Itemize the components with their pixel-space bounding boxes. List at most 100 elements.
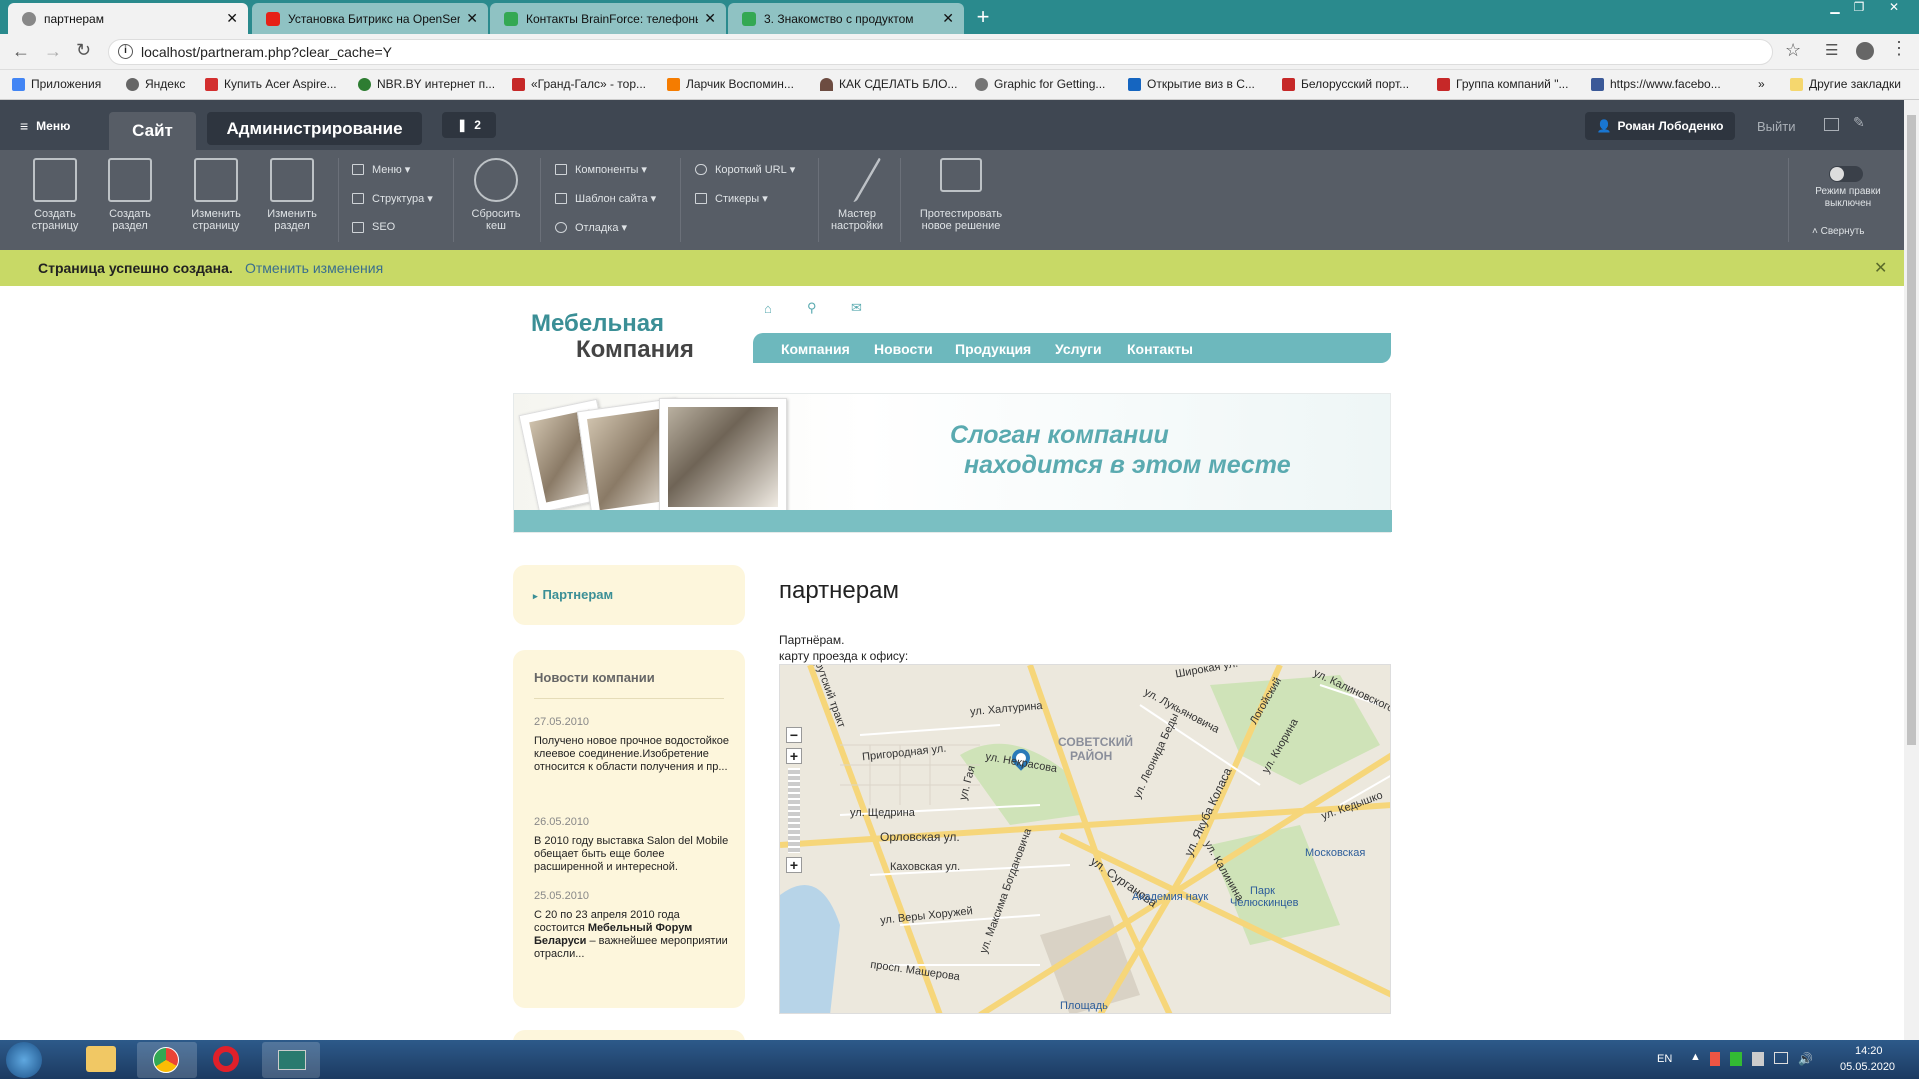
new-tab-button[interactable]: + [970, 6, 996, 28]
map-zoom-in-button[interactable]: + [786, 748, 802, 764]
news-item[interactable]: В 2010 году выставка Salon del Mobile об… [534, 835, 732, 874]
restore-icon[interactable]: ❐ [1848, 0, 1870, 16]
close-window-icon[interactable]: ✕ [1874, 0, 1914, 16]
flag-tray-icon[interactable] [1710, 1052, 1720, 1066]
news-item[interactable]: С 20 по 23 апреля 2010 года состоится Ме… [534, 909, 732, 961]
edit-mode-toggle[interactable] [1829, 166, 1863, 182]
info-icon[interactable]: i [118, 44, 133, 59]
forward-icon[interactable]: → [44, 41, 62, 62]
chrome-taskbar-icon[interactable] [137, 1042, 197, 1078]
map-zoom-slider[interactable] [788, 768, 800, 853]
network-icon[interactable] [1774, 1052, 1788, 1064]
bookmark-group[interactable]: Группа компаний "... [1437, 77, 1568, 91]
reload-icon[interactable]: ↻ [76, 40, 91, 61]
news-item[interactable]: Получено новое прочное водостойкое клеев… [534, 735, 732, 774]
tab-close-icon[interactable]: ✕ [942, 10, 954, 27]
menu-dropdown[interactable]: Меню ▾ [352, 163, 410, 176]
pin-icon[interactable]: ✎ [1853, 114, 1865, 131]
tab-title: Контакты BrainForce: телефоны [526, 11, 699, 26]
language-indicator[interactable]: EN [1657, 1053, 1672, 1065]
structure-dropdown[interactable]: Структура ▾ [352, 192, 433, 205]
back-icon[interactable]: ← [12, 41, 30, 62]
bookmark-graphic[interactable]: Graphic for Getting... [975, 77, 1105, 91]
start-button[interactable] [6, 1042, 42, 1078]
reading-list-icon[interactable]: ☰ [1825, 41, 1838, 59]
search-icon[interactable]: ⚲ [807, 300, 817, 316]
undo-changes-link[interactable]: Отменить изменения [245, 260, 383, 276]
site-logo-line1[interactable]: Мебельная [531, 310, 664, 338]
map-zoom-in-button[interactable]: + [786, 857, 802, 873]
user-button[interactable]: 👤 Роман Лободенко [1585, 112, 1735, 140]
bookmark-acer[interactable]: Купить Acer Aspire... [205, 77, 337, 91]
bookmark-yandex[interactable]: Яндекс [126, 77, 185, 91]
logout-link[interactable]: Выйти [1757, 119, 1796, 134]
mail-icon[interactable]: ✉ [851, 300, 862, 316]
bookmark-belarus-portal[interactable]: Белорусский порт... [1282, 77, 1409, 91]
tab-administration[interactable]: Администрирование [207, 112, 422, 145]
reset-cache-button[interactable]: Сбросить кеш [463, 158, 529, 232]
clock-date[interactable]: 05.05.2020 [1840, 1061, 1895, 1073]
tab-partneram[interactable]: партнерам ✕ [8, 3, 248, 34]
left-menu-item-partners[interactable]: ▸ Партнерам [533, 587, 613, 602]
more-menu-icon[interactable]: ⋮ [1890, 38, 1908, 59]
tab-close-icon[interactable]: ✕ [466, 10, 478, 27]
tab-bitrix-install[interactable]: Установка Битрикс на OpenServ ✕ [252, 3, 488, 34]
minimize-icon[interactable]: ▁ [1824, 0, 1846, 16]
nav-news[interactable]: Новости [874, 341, 933, 357]
opera-taskbar-icon[interactable] [213, 1046, 239, 1072]
office-map[interactable]: − + + ул. Халтурина ул. Лукьяновича Лого… [779, 664, 1391, 1014]
bookmarks-more-button[interactable]: » [1758, 77, 1765, 91]
notifications-button[interactable]: ❚ 2 [442, 112, 496, 138]
tray-chevron-icon[interactable]: ▲ [1690, 1051, 1701, 1063]
create-page-button[interactable]: Создать страницу [24, 158, 86, 232]
site-logo-line2[interactable]: Компания [576, 336, 694, 364]
scrollbar[interactable] [1904, 100, 1919, 1040]
site-template-dropdown[interactable]: Шаблон сайта ▾ [555, 192, 656, 205]
scrollbar-thumb[interactable] [1907, 115, 1916, 745]
explorer-taskbar-icon[interactable] [86, 1046, 116, 1072]
profile-icon[interactable] [1856, 42, 1874, 60]
other-bookmarks[interactable]: Другие закладки [1790, 77, 1901, 91]
window-icon[interactable] [1824, 118, 1839, 131]
create-section-button[interactable]: Создать раздел [100, 158, 160, 232]
collapse-button[interactable]: ˄ Свернуть [1812, 226, 1864, 237]
nav-contacts[interactable]: Контакты [1127, 341, 1193, 357]
bitrix-toolbar: Создать страницу Создать раздел Изменить… [0, 150, 1904, 250]
volume-icon[interactable]: 🔊 [1798, 1052, 1813, 1066]
test-solution-button[interactable]: Протестировать новое решение [912, 158, 1010, 232]
bookmark-grand-gals[interactable]: «Гранд-Галс» - тор... [512, 77, 646, 91]
tab-product-intro[interactable]: 3. Знакомство с продуктом ✕ [728, 3, 964, 34]
star-icon[interactable]: ☆ [1785, 40, 1801, 61]
components-dropdown[interactable]: Компоненты ▾ [555, 163, 647, 176]
terminal-taskbar-icon[interactable] [262, 1042, 320, 1078]
tab-close-icon[interactable]: ✕ [226, 10, 238, 27]
map-zoom-out-button[interactable]: − [786, 727, 802, 743]
setup-wizard-button[interactable]: Мастер настройки [825, 158, 889, 232]
menu-button[interactable]: ≡ Меню [20, 118, 70, 134]
close-icon[interactable]: ✕ [1874, 258, 1887, 278]
home-icon[interactable]: ⌂ [764, 301, 772, 316]
update-tray-icon[interactable] [1730, 1052, 1742, 1066]
bookmark-larchik[interactable]: Ларчик Воспомин... [667, 77, 794, 91]
site-icon [820, 77, 833, 91]
bookmark-visa[interactable]: Открытие виз в С... [1128, 77, 1255, 91]
nav-products[interactable]: Продукция [955, 341, 1031, 357]
clock-time[interactable]: 14:20 [1855, 1045, 1883, 1057]
short-url-dropdown[interactable]: Короткий URL ▾ [695, 163, 795, 176]
tab-close-icon[interactable]: ✕ [704, 10, 716, 27]
bookmark-facebook[interactable]: https://www.facebo... [1591, 77, 1721, 91]
stickers-dropdown[interactable]: Стикеры ▾ [695, 192, 768, 205]
seo-button[interactable]: SEO [352, 221, 395, 233]
url-input[interactable]: i localhost/partneram.php?clear_cache=Y [108, 39, 1773, 65]
debug-dropdown[interactable]: Отладка ▾ [555, 221, 627, 234]
edit-page-button[interactable]: Изменить страницу [184, 158, 248, 232]
action-center-icon[interactable] [1752, 1052, 1764, 1066]
nav-services[interactable]: Услуги [1055, 341, 1102, 357]
edit-section-button[interactable]: Изменить раздел [261, 158, 323, 232]
nav-company[interactable]: Компания [781, 341, 850, 357]
tab-site[interactable]: Сайт [109, 112, 196, 150]
bookmark-apps[interactable]: Приложения [12, 77, 101, 91]
bookmark-nbr[interactable]: NBR.BY интернет п... [358, 77, 495, 91]
bookmark-blog[interactable]: КАК СДЕЛАТЬ БЛО... [820, 77, 957, 91]
tab-brainforce-contacts[interactable]: Контакты BrainForce: телефоны ✕ [490, 3, 726, 34]
